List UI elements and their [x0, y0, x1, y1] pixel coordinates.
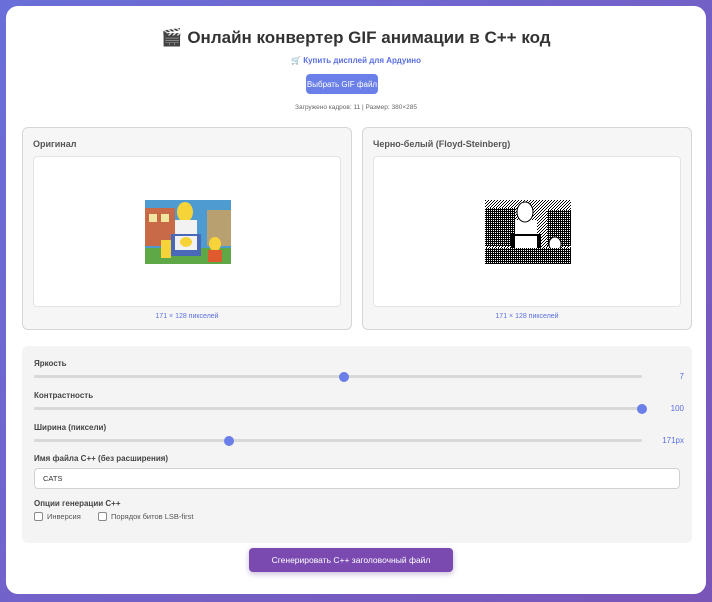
brightness-label: Яркость [34, 359, 67, 368]
generate-header-button[interactable]: Сгенерировать C++ заголовочный файл [249, 548, 453, 572]
buy-display-link-text: Купить дисплей для Ардуино [303, 56, 421, 65]
contrast-slider[interactable] [34, 403, 647, 414]
contrast-value: 100 [670, 404, 684, 413]
invert-checkbox-label: Инверсия [47, 512, 81, 521]
contrast-label: Контрастность [34, 391, 94, 400]
width-slider-thumb[interactable] [223, 435, 234, 446]
width-value: 171px [662, 436, 684, 445]
select-gif-button[interactable]: Выбрать GIF файл [306, 74, 378, 94]
original-gif-image [145, 200, 231, 264]
load-info: Загружено кадров: 11 | Размер: 380×285 [295, 104, 417, 111]
invert-checkbox[interactable] [34, 512, 43, 521]
cart-icon: 🛒 [291, 56, 301, 65]
width-label: Ширина (пиксели) [34, 423, 107, 432]
filename-label: Имя файла C++ (без расширения) [34, 454, 169, 463]
lsb-first-checkbox[interactable] [98, 512, 107, 521]
width-slider[interactable] [34, 435, 642, 446]
buy-display-link[interactable]: 🛒 Купить дисплей для Ардуино [6, 56, 706, 65]
controls-panel: Яркость 7 Контрастность 100 Ширина (пикс… [22, 346, 692, 543]
options-label: Опции генерации C++ [34, 499, 121, 508]
bw-panel: Черно-белый (Floyd-Steinberg) 171 × 128 … [362, 127, 692, 330]
bw-panel-title: Черно-белый (Floyd-Steinberg) [373, 139, 511, 149]
page-title: 🎬 Онлайн конвертер GIF анимации в C++ ко… [6, 28, 706, 48]
bw-size-label: 171 × 128 пикселей [495, 313, 559, 320]
brightness-value: 7 [679, 372, 684, 381]
original-panel-title: Оригинал [33, 139, 77, 149]
bw-preview [373, 156, 681, 307]
original-preview [33, 156, 341, 307]
brightness-slider[interactable] [34, 371, 642, 382]
lsb-first-option[interactable]: Порядок битов LSB-first [98, 512, 193, 521]
brightness-slider-thumb[interactable] [339, 371, 350, 382]
filename-input[interactable] [34, 468, 680, 489]
bw-gif-image [485, 200, 571, 264]
original-size-label: 171 × 128 пикселей [155, 313, 219, 320]
clapperboard-icon: 🎬 [161, 28, 183, 47]
contrast-slider-thumb[interactable] [637, 403, 647, 414]
main-card: 🎬 Онлайн конвертер GIF анимации в C++ ко… [6, 6, 706, 594]
invert-option[interactable]: Инверсия [34, 512, 81, 521]
page-title-text: Онлайн конвертер GIF анимации в C++ код [187, 28, 551, 47]
original-panel: Оригинал 171 × 128 пикселей [22, 127, 352, 330]
lsb-first-checkbox-label: Порядок битов LSB-first [111, 512, 194, 521]
